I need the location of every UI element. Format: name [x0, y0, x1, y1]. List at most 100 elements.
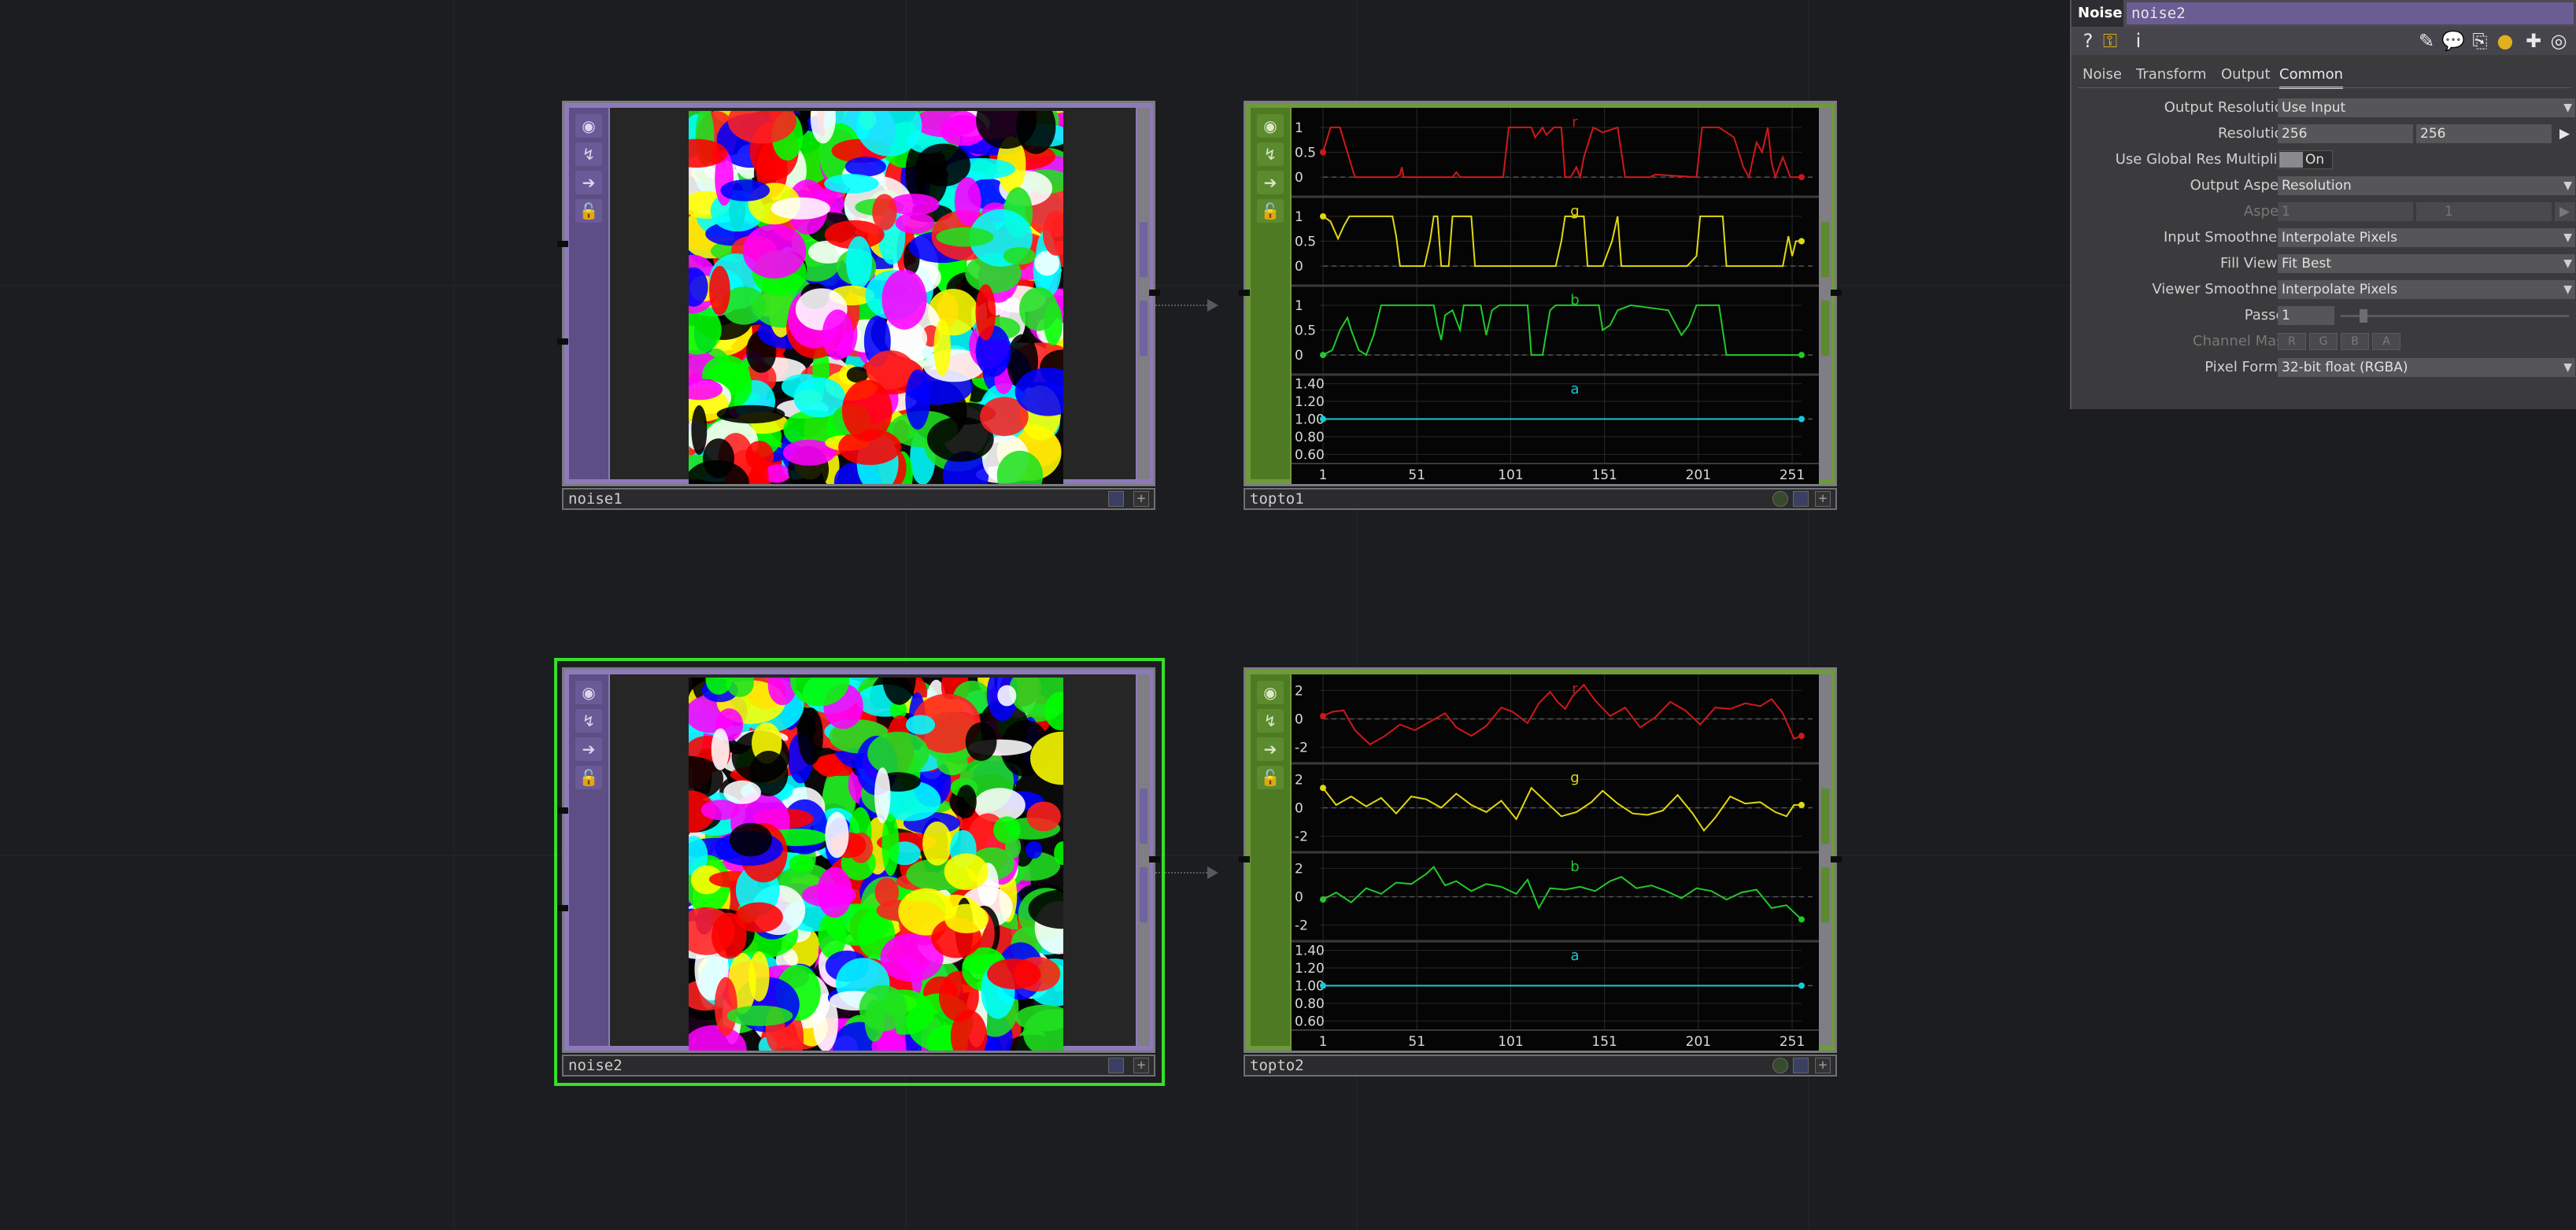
- param-label: Use Global Res Multiplier: [2115, 151, 2292, 168]
- edit-icon[interactable]: ✎: [2415, 29, 2438, 53]
- viewer-flag-icon[interactable]: ◉: [575, 114, 602, 138]
- channel-chart[interactable]: 1 51 101 151 201 251 2 0 -2 r 2 0 -2 g 2 0 -2 b 1.40 1.20 1.…: [1292, 674, 1819, 1051]
- passes-field[interactable]: 1: [2278, 306, 2334, 325]
- display-toggle[interactable]: [1793, 491, 1809, 507]
- tab-output[interactable]: Output: [2221, 65, 2271, 87]
- channel-chart[interactable]: 1 51 101 151 201 251 1 0.5 0 r 1 0.5 0 g 1 0.5 0 b 1.40 1.2…: [1292, 108, 1819, 484]
- resolution-w-field[interactable]: 256: [2278, 124, 2413, 143]
- param-label: Viewer Smoothness: [2152, 281, 2292, 297]
- global-res-toggle[interactable]: On: [2278, 150, 2333, 169]
- clone-icon[interactable]: ⎘: [2468, 29, 2492, 53]
- display-toggle[interactable]: [1108, 491, 1124, 507]
- output-port[interactable]: [1831, 290, 1842, 296]
- output-port[interactable]: [1831, 856, 1842, 862]
- expand-plus-icon[interactable]: +: [1133, 1058, 1149, 1073]
- render-flag-icon[interactable]: ➔: [1257, 737, 1284, 761]
- render-flag-icon[interactable]: ➔: [1257, 171, 1284, 194]
- node-flags: ◉ ↯ ➔ 🔓: [1251, 674, 1290, 1046]
- input-port[interactable]: [557, 807, 568, 814]
- node-name-label[interactable]: noise2 +: [562, 1055, 1155, 1077]
- input-port[interactable]: [1239, 856, 1250, 862]
- series-line-b: [1322, 866, 1802, 921]
- mask-a-button: A: [2372, 333, 2400, 350]
- lock-flag-icon[interactable]: 🔓: [1257, 199, 1284, 223]
- fill-viewer-menu[interactable]: Fit Best ▼: [2278, 254, 2575, 273]
- mask-g-button: G: [2309, 333, 2338, 350]
- param-global-res-multiplier: Use Global Res Multiplier On: [2072, 149, 2576, 171]
- render-flag-icon[interactable]: ➔: [575, 737, 602, 761]
- param-label: Input Smoothness: [2163, 229, 2292, 246]
- chevron-down-icon: ▼: [2563, 361, 2572, 374]
- input-port[interactable]: [557, 338, 568, 345]
- node-name-label[interactable]: topto2 +: [1244, 1055, 1837, 1077]
- add-icon[interactable]: ✚: [2522, 29, 2545, 53]
- pixel-format-menu[interactable]: 32-bit float (RGBA) ▼: [2278, 358, 2575, 377]
- y-tick-label: 0: [1295, 712, 1303, 728]
- bypass-flag-icon[interactable]: ↯: [575, 709, 602, 733]
- viewer-scrollbar[interactable]: [1137, 108, 1150, 479]
- lock-flag-icon[interactable]: 🔓: [575, 766, 602, 789]
- node-topto1[interactable]: ◉ ↯ ➔ 🔓 1 51 101 151 201 251 1 0.5 0 r 1 0.5 0 g 1 0.5 0…: [1239, 101, 1842, 510]
- node-noise2[interactable]: ◉ ↯ ➔ 🔓 noise2 +: [557, 667, 1160, 1077]
- node-name-label[interactable]: noise1 +: [562, 488, 1155, 510]
- comment-icon[interactable]: 💬: [2441, 29, 2465, 53]
- viewer-scrollbar[interactable]: [1819, 674, 1831, 1046]
- output-port[interactable]: [1149, 290, 1160, 296]
- input-port[interactable]: [1239, 290, 1250, 296]
- expand-plus-icon[interactable]: +: [1815, 1058, 1831, 1073]
- viewer-flag-icon[interactable]: ◉: [575, 681, 602, 704]
- resolution-h-field[interactable]: 256: [2416, 124, 2552, 143]
- node-viewer[interactable]: [610, 674, 1136, 1051]
- operator-name-field[interactable]: noise2: [2127, 2, 2574, 24]
- bypass-flag-icon[interactable]: ↯: [1257, 142, 1284, 166]
- output-aspect-menu[interactable]: Resolution ▼: [2278, 176, 2575, 195]
- tab-noise[interactable]: Noise: [2083, 65, 2122, 87]
- wire-arrow-icon: [1207, 299, 1218, 312]
- bypass-flag-icon[interactable]: ↯: [575, 142, 602, 166]
- resolution-expand-arrow-icon[interactable]: ▶: [2555, 124, 2575, 143]
- node-viewer[interactable]: [610, 108, 1136, 484]
- input-smoothness-menu[interactable]: Interpolate Pixels ▼: [2278, 228, 2575, 247]
- node-name-label[interactable]: topto1 +: [1244, 488, 1837, 510]
- series-start-point-r: [1320, 149, 1326, 156]
- cook-indicator[interactable]: [1772, 491, 1788, 507]
- passes-slider-handle[interactable]: [2360, 309, 2367, 323]
- display-toggle[interactable]: [1793, 1058, 1809, 1073]
- aspect-h-field: 1: [2416, 202, 2552, 221]
- x-tick-label: 51: [1408, 467, 1425, 483]
- tab-common[interactable]: Common: [2279, 65, 2344, 89]
- node-topto2[interactable]: ◉ ↯ ➔ 🔓 1 51 101 151 201 251 2 0 -2 r 2 0 -2 g 2 0 -2 b 1.…: [1239, 667, 1842, 1077]
- viewer-icon[interactable]: ◎: [2547, 29, 2570, 53]
- tab-transform[interactable]: Transform: [2136, 65, 2207, 87]
- input-port[interactable]: [557, 905, 568, 911]
- input-port[interactable]: [557, 241, 568, 247]
- chevron-down-icon: ▼: [2563, 179, 2572, 192]
- display-toggle[interactable]: [1108, 1058, 1124, 1073]
- bypass-flag-icon[interactable]: ↯: [1257, 709, 1284, 733]
- node-name-text: topto2: [1250, 1057, 1304, 1074]
- series-start-point-b: [1320, 896, 1326, 903]
- toggle-text: On: [2305, 152, 2325, 168]
- render-flag-icon[interactable]: ➔: [575, 171, 602, 194]
- viewer-scrollbar[interactable]: [1819, 108, 1831, 479]
- cook-indicator[interactable]: [1772, 1058, 1788, 1073]
- viewer-flag-icon[interactable]: ◉: [1257, 114, 1284, 138]
- python-icon[interactable]: ●: [2493, 29, 2517, 53]
- y-tick-label: 0: [1295, 259, 1303, 275]
- output-resolution-menu[interactable]: Use Input ▼: [2278, 98, 2575, 117]
- lock-flag-icon[interactable]: 🔓: [575, 199, 602, 223]
- viewer-scrollbar[interactable]: [1137, 674, 1150, 1046]
- python-help-icon[interactable]: ⚿: [2098, 29, 2122, 53]
- node-noise1[interactable]: ◉ ↯ ➔ 🔓 noise1 +: [557, 101, 1160, 510]
- info-icon[interactable]: i: [2127, 29, 2150, 53]
- output-port[interactable]: [1149, 856, 1160, 862]
- wire-noise1-topto1[interactable]: [1155, 305, 1214, 306]
- viewer-smoothness-menu[interactable]: Interpolate Pixels ▼: [2278, 280, 2575, 299]
- series-line-g: [1322, 786, 1802, 833]
- passes-slider-track[interactable]: [2341, 315, 2569, 317]
- lock-flag-icon[interactable]: 🔓: [1257, 766, 1284, 789]
- expand-plus-icon[interactable]: +: [1133, 491, 1149, 507]
- viewer-flag-icon[interactable]: ◉: [1257, 681, 1284, 704]
- help-icon[interactable]: ?: [2076, 29, 2100, 53]
- expand-plus-icon[interactable]: +: [1815, 491, 1831, 507]
